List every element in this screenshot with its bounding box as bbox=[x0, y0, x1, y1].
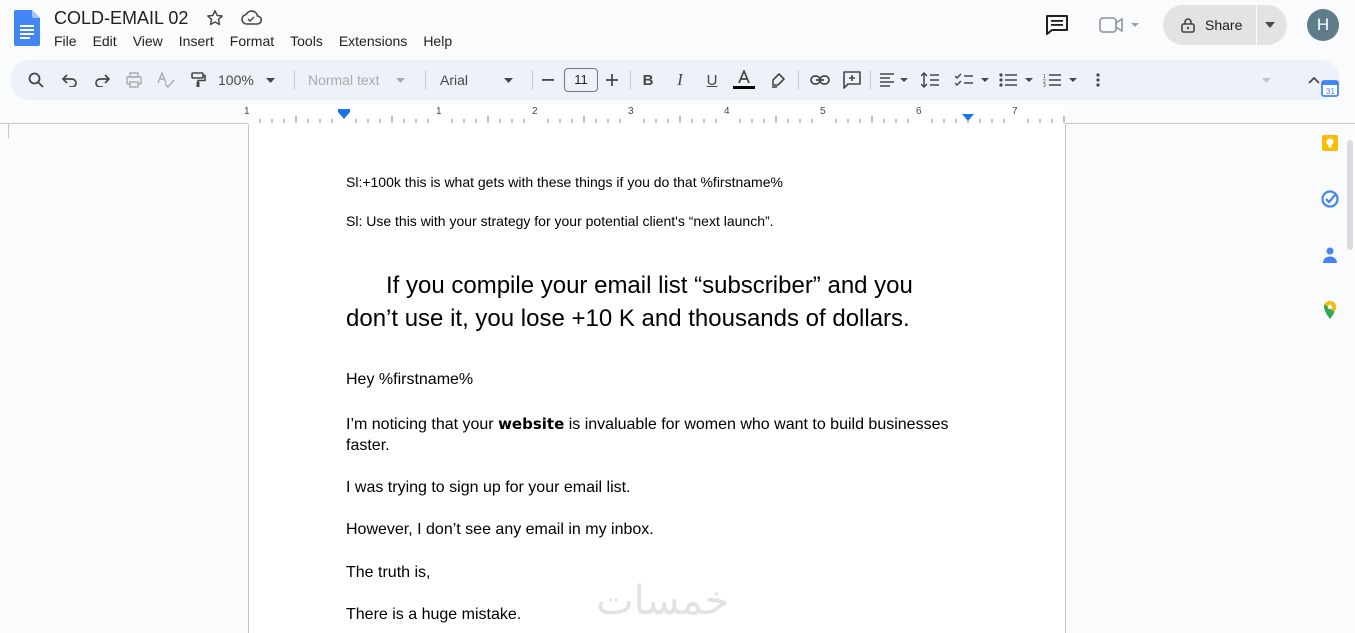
ruler-number: 4 bbox=[724, 106, 730, 117]
menu-tools[interactable]: Tools bbox=[282, 32, 331, 50]
paragraph-1-bold: website bbox=[498, 415, 565, 433]
tasks-icon[interactable] bbox=[1320, 189, 1340, 209]
paint-format-icon[interactable] bbox=[186, 60, 210, 100]
share-label: Share bbox=[1205, 17, 1243, 33]
paragraph-4[interactable]: The truth is, bbox=[346, 564, 430, 582]
font-select[interactable]: Arial bbox=[440, 60, 522, 100]
ruler: 1 1 2 3 4 5 6 7 bbox=[0, 104, 1355, 124]
paragraph-style-select[interactable]: Normal text bbox=[308, 60, 418, 100]
toolbar-divider bbox=[870, 70, 871, 90]
paragraph-1-line-2[interactable]: faster. bbox=[346, 437, 390, 455]
ruler-number: 2 bbox=[532, 106, 538, 117]
zoom-value: 100% bbox=[218, 72, 254, 88]
greeting-text[interactable]: Hey %firstname% bbox=[346, 371, 473, 389]
menu-bar: File Edit View Insert Format Tools Exten… bbox=[46, 32, 460, 50]
calendar-icon[interactable]: 31 bbox=[1320, 78, 1340, 98]
avatar[interactable]: H bbox=[1307, 9, 1339, 41]
decrease-font-size-icon[interactable] bbox=[540, 60, 556, 100]
horizontal-ruler[interactable]: 1 1 2 3 4 5 6 7 bbox=[244, 104, 1065, 124]
paragraph-2[interactable]: I was trying to sign up for your email l… bbox=[346, 479, 631, 497]
share-divider bbox=[1256, 5, 1257, 45]
ruler-number: 1 bbox=[244, 106, 250, 117]
text-color-icon[interactable] bbox=[732, 60, 756, 100]
bulleted-list-icon[interactable] bbox=[996, 60, 1036, 100]
ruler-number: 3 bbox=[628, 106, 634, 117]
italic-icon[interactable]: I bbox=[670, 60, 690, 100]
formatting-toolbar: 100% Normal text Arial 11 B I U 1 2 3 bbox=[10, 60, 1340, 100]
numbered-list-icon[interactable]: 123 bbox=[1040, 60, 1080, 100]
ruler-number: 7 bbox=[1012, 106, 1018, 117]
menu-file[interactable]: File bbox=[46, 32, 85, 50]
highlight-color-icon[interactable] bbox=[768, 60, 788, 100]
share-button[interactable]: Share bbox=[1163, 5, 1287, 45]
align-menu-icon[interactable] bbox=[876, 60, 912, 100]
heading-line-1[interactable]: If you compile your email list “subscrib… bbox=[386, 269, 913, 302]
increase-font-size-icon[interactable] bbox=[604, 60, 620, 100]
toolbar-divider bbox=[798, 70, 799, 90]
toolbar-divider bbox=[630, 70, 631, 90]
meet-video-icon[interactable] bbox=[1098, 14, 1144, 36]
subject-line-2[interactable]: Sl: Use this with your strategy for your… bbox=[346, 213, 774, 229]
lock-icon bbox=[1181, 18, 1195, 33]
toolbar-divider bbox=[532, 70, 533, 90]
undo-icon[interactable] bbox=[58, 60, 82, 100]
comment-history-icon[interactable] bbox=[1045, 14, 1069, 36]
document-title[interactable]: COLD-EMAIL 02 bbox=[54, 8, 188, 29]
ruler-number: 1 bbox=[436, 106, 442, 117]
cloud-saved-icon[interactable] bbox=[240, 8, 262, 28]
bold-icon[interactable]: B bbox=[638, 60, 658, 100]
svg-text:3: 3 bbox=[1043, 83, 1046, 87]
paragraph-5[interactable]: There is a huge mistake. bbox=[346, 606, 521, 624]
print-icon[interactable] bbox=[122, 60, 146, 100]
svg-text:31: 31 bbox=[1326, 87, 1335, 96]
add-comment-icon[interactable] bbox=[840, 60, 864, 100]
toolbar-divider bbox=[425, 70, 426, 90]
ruler-number: 5 bbox=[820, 106, 826, 117]
title-bar: COLD-EMAIL 02 File Edit View Insert Form… bbox=[0, 0, 1355, 58]
vertical-scrollbar[interactable] bbox=[1347, 140, 1353, 250]
chevron-down-icon bbox=[265, 77, 275, 83]
menu-edit[interactable]: Edit bbox=[85, 32, 125, 50]
paragraph-style-value: Normal text bbox=[308, 72, 380, 88]
contacts-icon[interactable] bbox=[1320, 245, 1340, 265]
side-panel: 31 bbox=[1316, 70, 1346, 370]
font-value: Arial bbox=[440, 72, 469, 88]
search-menus-icon[interactable] bbox=[24, 60, 48, 100]
docs-logo-icon[interactable] bbox=[14, 10, 40, 46]
menu-insert[interactable]: Insert bbox=[171, 32, 222, 50]
redo-icon[interactable] bbox=[90, 60, 114, 100]
insert-link-icon[interactable] bbox=[808, 60, 832, 100]
more-options-icon[interactable] bbox=[1088, 60, 1108, 100]
underline-icon[interactable]: U bbox=[702, 60, 722, 100]
toolbar-divider bbox=[294, 70, 295, 90]
paragraph-1-line-1[interactable]: I’m noticing that your website is invalu… bbox=[346, 415, 948, 434]
paragraph-1-text: I’m noticing that your bbox=[346, 416, 499, 433]
chevron-down-icon[interactable] bbox=[1265, 22, 1275, 28]
spellcheck-icon[interactable] bbox=[154, 60, 178, 100]
keep-icon[interactable] bbox=[1320, 133, 1340, 153]
font-size-input[interactable]: 11 bbox=[564, 68, 598, 92]
maps-icon[interactable] bbox=[1320, 300, 1340, 320]
menu-format[interactable]: Format bbox=[222, 32, 282, 50]
paragraph-3[interactable]: However, I don’t see any email in my inb… bbox=[346, 521, 654, 539]
ruler-number: 6 bbox=[916, 106, 922, 117]
paragraph-1-text-end: is invaluable for women who want to buil… bbox=[564, 416, 949, 433]
heading-line-2[interactable]: don’t use it, you lose +10 K and thousan… bbox=[346, 302, 910, 335]
menu-extensions[interactable]: Extensions bbox=[331, 32, 415, 50]
zoom-select[interactable]: 100% bbox=[218, 60, 288, 100]
editing-mode-chevron-icon[interactable] bbox=[1256, 60, 1276, 100]
document-page[interactable]: Sl:+100k this is what gets with these th… bbox=[248, 124, 1066, 633]
watermark: خمسات bbox=[596, 578, 730, 624]
checklist-icon[interactable] bbox=[952, 60, 992, 100]
chevron-down-icon bbox=[504, 77, 514, 83]
line-spacing-icon[interactable] bbox=[918, 60, 942, 100]
menu-view[interactable]: View bbox=[125, 32, 171, 50]
chevron-down-icon bbox=[395, 77, 405, 83]
ruler-ticks bbox=[259, 109, 1065, 123]
subject-line-1[interactable]: Sl:+100k this is what gets with these th… bbox=[346, 174, 783, 190]
star-icon[interactable] bbox=[206, 8, 224, 28]
left-margin-marker bbox=[8, 124, 9, 138]
menu-help[interactable]: Help bbox=[415, 32, 460, 50]
